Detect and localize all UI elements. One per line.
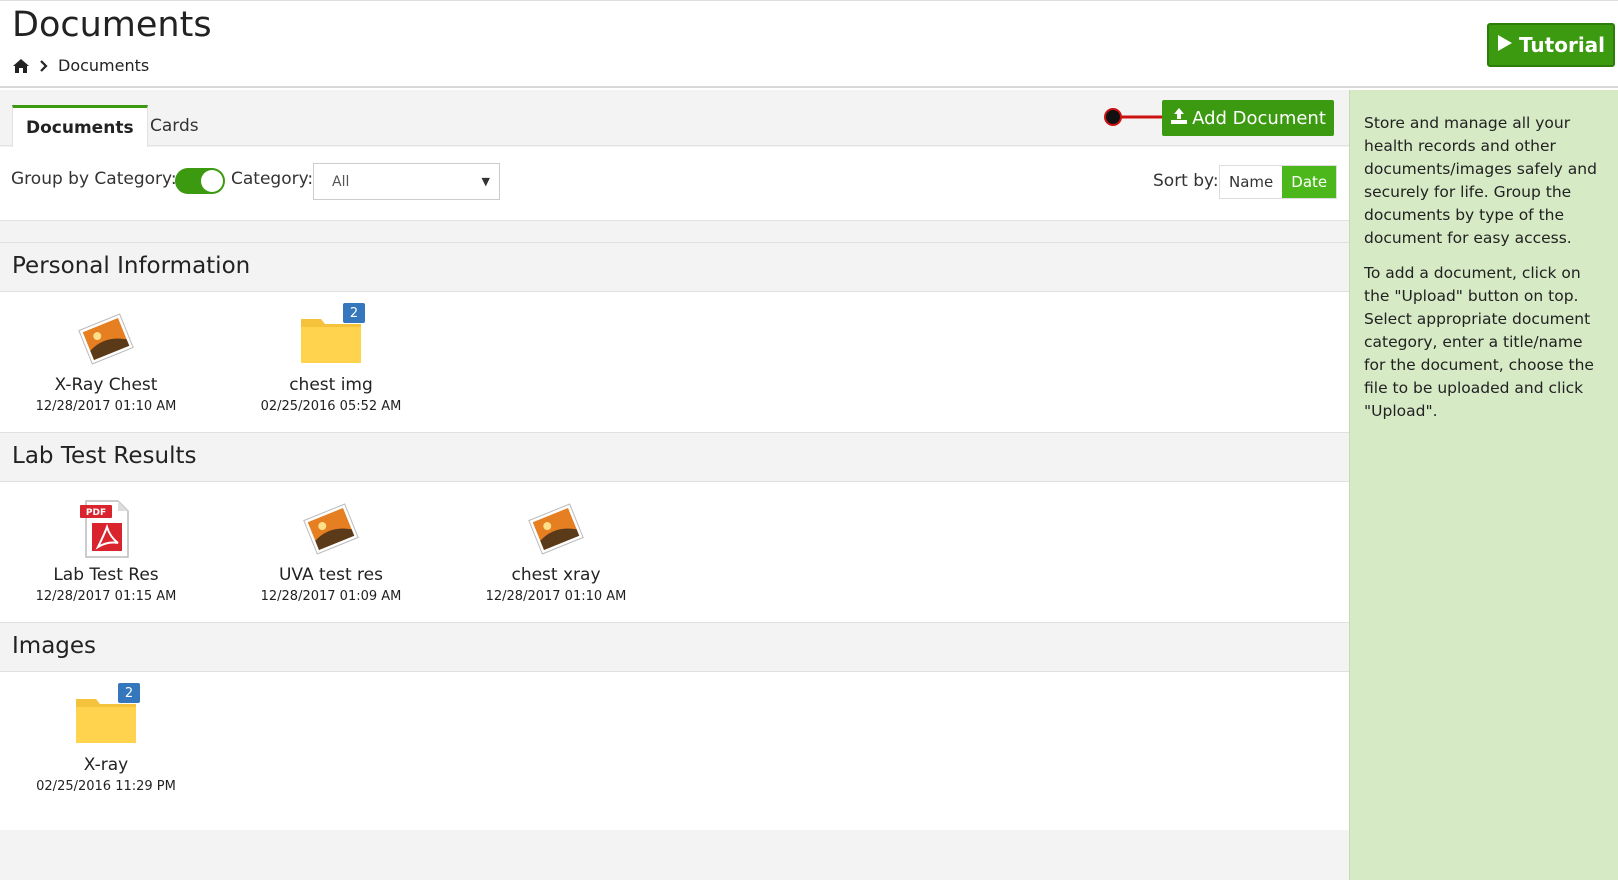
item-count-badge: 2	[343, 303, 365, 323]
category-body-lab-test-results: PDF Lab Test Res 12/28/2017 01:15 AM UVA…	[0, 482, 1349, 622]
tab-cards[interactable]: Cards	[137, 105, 212, 146]
document-date: 02/25/2016 05:52 AM	[260, 399, 402, 414]
home-icon[interactable]	[12, 58, 30, 74]
svg-text:PDF: PDF	[86, 508, 106, 518]
breadcrumb-current: Documents	[58, 56, 150, 75]
tutorial-label: Tutorial	[1518, 33, 1606, 57]
sort-date-button[interactable]: Date	[1282, 166, 1337, 198]
help-paragraph: Store and manage all your health records…	[1364, 114, 1597, 247]
chevron-right-icon	[40, 59, 48, 72]
image-file-icon	[74, 307, 138, 371]
toggle-knob	[201, 170, 223, 192]
sort-name-button[interactable]: Name	[1220, 166, 1283, 198]
document-date: 12/28/2017 01:15 AM	[35, 589, 177, 604]
sort-label: Sort by:	[1153, 171, 1219, 191]
folder-item[interactable]: 2 X-ray 02/25/2016 11:29 PM	[11, 683, 201, 794]
folder-item[interactable]: 2 chest img 02/25/2016 05:52 AM	[236, 303, 426, 414]
document-name: X-Ray Chest	[54, 375, 158, 395]
document-name: UVA test res	[278, 565, 383, 585]
filter-bar: Group by Category: Category: All ▼ Sort …	[0, 147, 1349, 221]
folder-icon: 2	[74, 683, 140, 751]
main-content: Documents Cards Add Document Group by Ca…	[0, 90, 1349, 880]
category-select-value: All	[332, 174, 350, 190]
document-date: 12/28/2017 01:09 AM	[260, 589, 402, 604]
document-item[interactable]: X-Ray Chest 12/28/2017 01:10 AM	[11, 307, 201, 414]
pdf-file-icon: PDF	[74, 497, 138, 561]
category-header-images: Images	[0, 622, 1349, 672]
page-title: Documents	[12, 5, 212, 45]
caret-down-icon: ▼	[481, 175, 490, 188]
document-name: chest img	[289, 375, 373, 395]
category-label: Category:	[231, 169, 314, 189]
upload-icon	[1170, 107, 1188, 130]
page-header: Documents Documents Tutorial	[0, 0, 1618, 88]
document-item[interactable]: chest xray 12/28/2017 01:10 AM	[461, 497, 651, 604]
document-date: 02/25/2016 11:29 PM	[36, 779, 176, 794]
tabs-bar: Documents Cards Add Document	[0, 90, 1349, 147]
category-select[interactable]: All ▼	[313, 163, 500, 200]
sort-toggle-group: Name Date	[1219, 165, 1338, 199]
category-header-personal-information: Personal Information	[0, 242, 1349, 292]
category-title: Images	[12, 633, 97, 659]
image-file-icon	[524, 497, 588, 561]
item-count-badge: 2	[118, 683, 140, 703]
add-document-button[interactable]: Add Document	[1162, 100, 1334, 136]
category-header-lab-test-results: Lab Test Results	[0, 432, 1349, 482]
image-file-icon	[299, 497, 363, 561]
document-item[interactable]: UVA test res 12/28/2017 01:09 AM	[236, 497, 426, 604]
document-date: 12/28/2017 01:10 AM	[485, 589, 627, 604]
group-by-toggle[interactable]	[175, 168, 225, 194]
category-body-images: 2 X-ray 02/25/2016 11:29 PM	[0, 672, 1349, 830]
category-body-personal-information: X-Ray Chest 12/28/2017 01:10 AM 2 chest …	[0, 292, 1349, 432]
help-paragraph: To add a document, click on the "Upload"…	[1364, 264, 1594, 420]
tab-documents[interactable]: Documents	[12, 105, 148, 147]
folder-icon: 2	[299, 303, 365, 371]
document-name: X-ray	[83, 755, 129, 775]
callout-pointer-icon	[1104, 108, 1163, 126]
play-icon	[1497, 33, 1513, 57]
document-name: chest xray	[511, 565, 601, 585]
tutorial-button[interactable]: Tutorial	[1487, 23, 1615, 67]
document-date: 12/28/2017 01:10 AM	[35, 399, 177, 414]
breadcrumb: Documents	[12, 56, 149, 75]
add-document-label: Add Document	[1192, 107, 1326, 129]
category-title: Lab Test Results	[12, 443, 197, 469]
document-name: Lab Test Res	[53, 565, 159, 585]
help-sidebar: Store and manage all your health records…	[1349, 90, 1618, 880]
category-title: Personal Information	[12, 253, 251, 279]
document-item[interactable]: PDF Lab Test Res 12/28/2017 01:15 AM	[11, 497, 201, 604]
group-by-label: Group by Category:	[11, 169, 177, 189]
